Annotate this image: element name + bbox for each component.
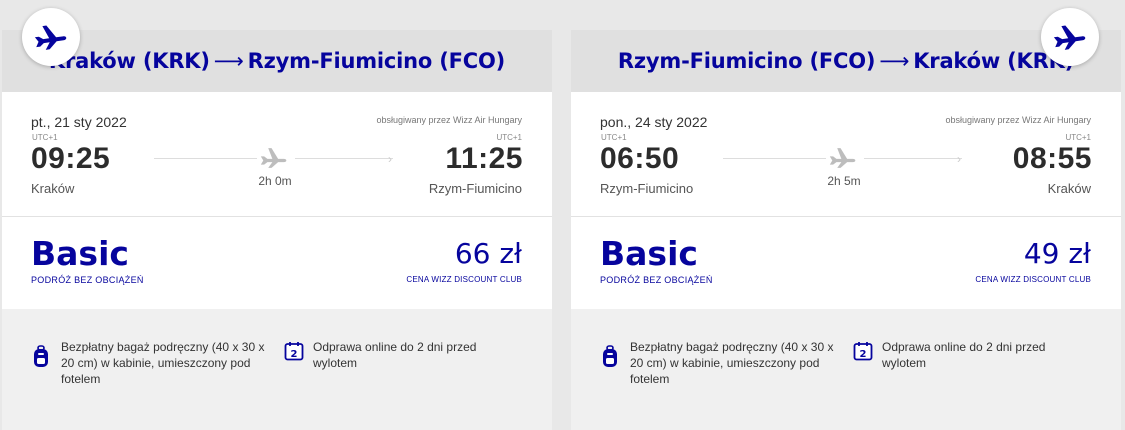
arrival-city: Kraków [1047, 181, 1091, 196]
backpack-icon [601, 345, 619, 374]
arrival-timezone: UTC+1 [1065, 133, 1091, 142]
flight-duration: 2h 0m [258, 174, 292, 188]
flight-details: pt., 21 sty 2022 obsługiwany przez Wizz … [2, 92, 552, 216]
fare-features: Bezpłatny bagaż podręczny (40 x 30 x 20 … [571, 309, 1121, 430]
arrival-time: 08:55 [1012, 142, 1092, 175]
fare-subtitle: PODRÓŻ BEZ OBCIĄŻEŃ [31, 275, 144, 285]
fare-subtitle: PODRÓŻ BEZ OBCIĄŻEŃ [600, 275, 713, 285]
airplane-icon [22, 8, 80, 66]
route-arrow: ⟶ [879, 49, 910, 73]
departure-time: 06:50 [600, 142, 680, 175]
route-line [864, 158, 962, 159]
flight-duration: 2h 5m [827, 174, 861, 188]
fare-row[interactable]: Basic PODRÓŻ BEZ OBCIĄŻEŃ 66 zł CENA WIZ… [2, 216, 552, 309]
flight-card-outbound[interactable]: Kraków (KRK) ⟶ Rzym-Fiumicino (FCO) pt., 2… [2, 8, 552, 430]
fare-name: Basic [31, 234, 129, 273]
card-header: Rzym-Fiumicino (FCO) ⟶ Kraków (KRK) [571, 30, 1121, 92]
arrival-timezone: UTC+1 [496, 133, 522, 142]
chevron-right-icon: › [388, 152, 392, 166]
departure-time: 09:25 [31, 142, 111, 175]
price-subtitle: CENA WIZZ DISCOUNT CLUB [406, 275, 522, 284]
operator-label: obsługiwany przez Wizz Air Hungary [376, 115, 522, 125]
feature-online-checkin: Odprawa online do 2 dni przed wylotem [882, 340, 1046, 371]
airplane-icon [829, 146, 857, 175]
route-title: Rzym-Fiumicino (FCO) ⟶ Kraków (KRK) [618, 49, 1074, 73]
fare-features: Bezpłatny bagaż podręczny (40 x 30 x 20 … [2, 309, 552, 430]
route-title: Kraków (KRK) ⟶ Rzym-Fiumicino (FCO) [49, 49, 505, 73]
route-line [154, 158, 257, 159]
backpack-icon [32, 345, 50, 374]
svg-text:2: 2 [291, 349, 298, 360]
chevron-right-icon: › [957, 152, 961, 166]
departure-city: Rzym-Fiumicino [600, 181, 694, 196]
operator-label: obsługiwany przez Wizz Air Hungary [945, 115, 1091, 125]
feature-online-checkin: Odprawa online do 2 dni przed wylotem [313, 340, 477, 371]
price-subtitle: CENA WIZZ DISCOUNT CLUB [975, 275, 1091, 284]
flight-details: pon., 24 sty 2022 obsługiwany przez Wizz… [571, 92, 1121, 216]
fare-price: 66 zł [454, 237, 522, 270]
card-header: Kraków (KRK) ⟶ Rzym-Fiumicino (FCO) [2, 30, 552, 92]
route-line [723, 158, 826, 159]
flight-card-return[interactable]: Rzym-Fiumicino (FCO) ⟶ Kraków (KRK) pon., … [571, 8, 1121, 430]
arrival-time: 11:25 [445, 142, 523, 175]
fare-name: Basic [600, 234, 698, 273]
calendar-icon: 2 [853, 341, 873, 366]
departure-city: Kraków [31, 181, 75, 196]
feature-cabin-bag: Bezpłatny bagaż podręczny (40 x 30 x 20 … [61, 340, 265, 387]
route-arrow: ⟶ [213, 49, 244, 73]
arrival-city: Rzym-Fiumicino [428, 181, 522, 196]
fare-row[interactable]: Basic PODRÓŻ BEZ OBCIĄŻEŃ 49 zł CENA WIZ… [571, 216, 1121, 309]
svg-text:2: 2 [860, 349, 867, 360]
route-line [295, 158, 393, 159]
feature-cabin-bag: Bezpłatny bagaż podręczny (40 x 30 x 20 … [630, 340, 834, 387]
route-origin: Rzym-Fiumicino (FCO) [617, 49, 876, 73]
flight-date: pon., 24 sty 2022 [600, 114, 708, 130]
flight-date: pt., 21 sty 2022 [31, 114, 127, 130]
calendar-icon: 2 [284, 341, 304, 366]
fare-price: 49 zł [1023, 237, 1091, 270]
route-destination: Rzym-Fiumicino (FCO) [247, 49, 506, 73]
departure-timezone: UTC+1 [32, 133, 58, 142]
airplane-icon [260, 146, 288, 175]
airplane-icon [1041, 8, 1099, 66]
departure-timezone: UTC+1 [601, 133, 627, 142]
